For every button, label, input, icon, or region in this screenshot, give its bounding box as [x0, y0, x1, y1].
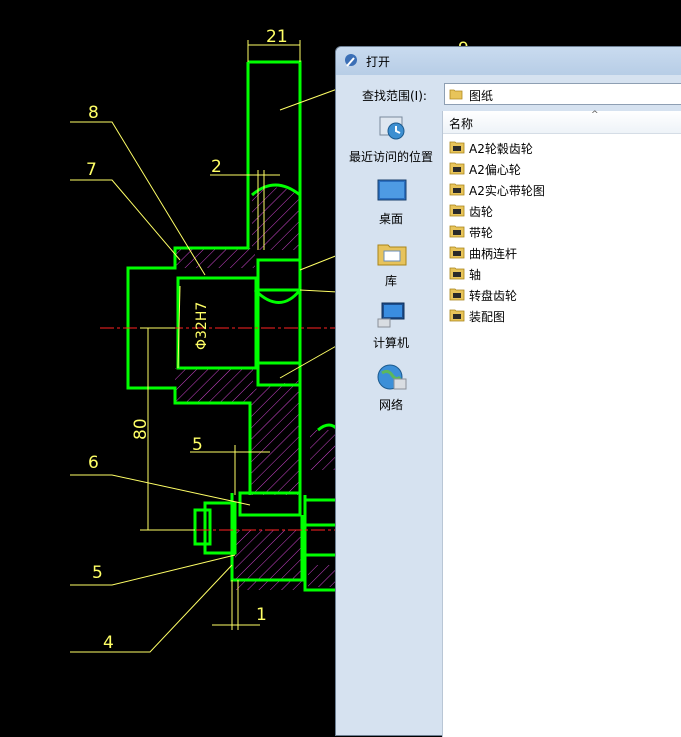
look-in-label: 查找范围(I):: [362, 89, 427, 103]
file-list[interactable]: 名称 ^ A2轮毂齿轮 A2偏心轮 A2实心带轮图 齿轮带轮曲柄连杆轴转盘齿轮装配图: [442, 110, 681, 737]
place-label: 桌面: [378, 212, 403, 226]
place-label: 最近访问的位置: [348, 150, 433, 164]
part-outline: [126, 60, 340, 592]
dialog-titlebar[interactable]: 打开: [336, 47, 681, 75]
balloon-7: 7: [86, 160, 97, 180]
file-name: 曲柄连杆: [469, 247, 518, 261]
folder-icon: [449, 89, 463, 100]
file-list-item[interactable]: 装配图: [447, 305, 681, 325]
file-list-item[interactable]: 转盘齿轮: [447, 284, 681, 304]
cad-file-icon: [449, 246, 465, 259]
place-recent[interactable]: 最近访问的位置: [342, 111, 440, 169]
look-in-dropdown[interactable]: 图纸: [444, 83, 681, 105]
computer-icon: [377, 302, 405, 328]
dim-5: 5: [192, 435, 203, 455]
file-name: 装配图: [469, 310, 506, 324]
dim-bore: Φ32H7: [194, 302, 210, 350]
file-list-item[interactable]: 齿轮: [447, 200, 681, 220]
recent-places-icon: [379, 116, 405, 140]
file-name: A2轮毂齿轮: [469, 142, 533, 156]
place-desktop[interactable]: 桌面: [342, 173, 440, 231]
balloon-6: 6: [88, 453, 99, 473]
place-label: 计算机: [372, 336, 409, 350]
file-list-item[interactable]: 轴: [447, 263, 681, 283]
look-in-value: 图纸: [469, 89, 494, 103]
file-list-item[interactable]: A2偏心轮: [447, 158, 681, 178]
open-dialog: 打开 查找范围(I): 图纸 最近访问的位置 桌面 库 计算机 网络 名称 ^ …: [335, 46, 681, 737]
file-name: 转盘齿轮: [469, 289, 518, 303]
column-header-label: 名称: [449, 117, 474, 131]
balloon-5: 5: [92, 563, 103, 583]
dim-21: 21: [266, 27, 288, 47]
cad-file-icon: [449, 183, 465, 196]
dim-2: 2: [211, 157, 222, 177]
file-name: 轴: [469, 268, 482, 282]
cad-file-icon: [449, 162, 465, 175]
sort-up-icon: ^: [591, 110, 599, 120]
place-computer[interactable]: 计算机: [342, 297, 440, 355]
place-label: 网络: [378, 398, 403, 412]
file-list-item[interactable]: 曲柄连杆: [447, 242, 681, 262]
cad-file-icon: [449, 141, 465, 154]
balloon-4: 4: [103, 633, 114, 653]
cad-file-icon: [449, 204, 465, 217]
app-icon: [345, 54, 357, 67]
dim-1: 1: [256, 605, 267, 625]
dim-80: 80: [131, 418, 151, 440]
cad-file-icon: [449, 267, 465, 280]
file-list-item[interactable]: A2轮毂齿轮: [447, 137, 681, 157]
column-header-name[interactable]: 名称 ^: [443, 110, 681, 134]
network-icon: [377, 364, 407, 390]
places-bar: 最近访问的位置 桌面 库 计算机 网络: [342, 111, 440, 731]
file-name: A2实心带轮图: [469, 184, 545, 198]
balloon-8: 8: [88, 103, 99, 123]
libraries-icon: [377, 244, 407, 266]
file-list-item[interactable]: 带轮: [447, 221, 681, 241]
place-libraries[interactable]: 库: [342, 235, 440, 293]
place-label: 库: [384, 274, 397, 288]
place-network[interactable]: 网络: [342, 359, 440, 417]
desktop-icon: [377, 179, 407, 201]
cad-file-icon: [449, 309, 465, 322]
cad-file-icon: [449, 225, 465, 238]
file-name: 带轮: [469, 226, 494, 240]
dialog-title: 打开: [366, 55, 391, 69]
cad-file-icon: [449, 288, 465, 301]
file-name: 齿轮: [469, 205, 494, 219]
file-name: A2偏心轮: [469, 163, 521, 177]
file-list-item[interactable]: A2实心带轮图: [447, 179, 681, 199]
